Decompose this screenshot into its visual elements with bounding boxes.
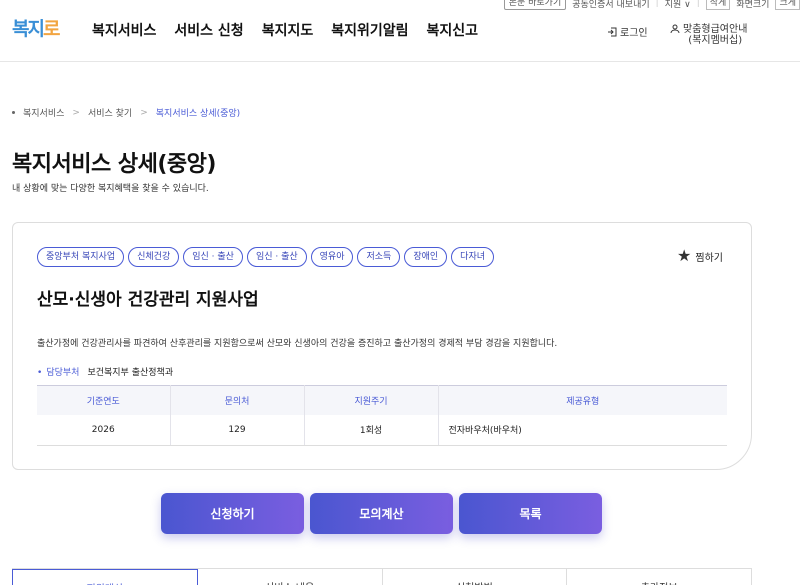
nav-service-apply[interactable]: 서비스 신청 (174, 20, 243, 40)
tab-target[interactable]: 지원대상 (12, 569, 198, 585)
favorite-label: 찜하기 (695, 252, 723, 264)
chevron-right-icon: > (72, 107, 80, 118)
column-header: 기준연도 (37, 385, 171, 415)
tag[interactable]: 신체건강 (128, 247, 180, 267)
page-title: 복지서비스 상세(중앙) (12, 152, 216, 177)
table-cell: 전자바우처(바우처) (438, 414, 727, 446)
department-value: 보건복지부 출산정책과 (87, 368, 174, 378)
department-info: 담당부처 보건복지부 출산정책과 (37, 365, 173, 378)
department-label: 담당부처 (37, 365, 79, 378)
tag[interactable]: 다자녀 (451, 247, 495, 267)
home-icon[interactable] (12, 111, 15, 114)
user-icon (670, 24, 680, 34)
breadcrumb-item[interactable]: 서비스 찾기 (88, 106, 132, 119)
custom-benefit-label: 맞춤형급여안내 (683, 24, 748, 35)
simulate-button[interactable]: 모의계산 (310, 493, 453, 534)
site-logo[interactable]: 복지로 (12, 14, 61, 41)
custom-benefit-sublabel: (복지멤버십) (688, 35, 743, 46)
column-header: 문의처 (170, 385, 305, 415)
tag[interactable]: 장애인 (404, 247, 448, 267)
tag[interactable]: 임신 · 출산 (246, 247, 307, 267)
site-header: 복지로 복지서비스 서비스 신청 복지지도 복지위기알림 복지신고 로그인 맞춤… (0, 0, 800, 62)
breadcrumb-item[interactable]: 복지서비스 (23, 106, 64, 119)
logo-text-accent: 로 (42, 18, 61, 40)
login-icon (608, 27, 617, 36)
page-subtitle: 내 상황에 맞는 다양한 복지혜택을 찾을 수 있습니다. (12, 184, 209, 194)
tab-extra-info[interactable]: 추가정보 (567, 569, 752, 585)
tag-list: 중앙부처 복지사업 신체건강 임신 · 출산 임신 · 출산 영유아 저소득 장… (37, 247, 495, 267)
table-row: 2026 129 1회성 전자바우처(바우처) (37, 414, 727, 446)
tag[interactable]: 저소득 (357, 247, 401, 267)
service-description: 출산가정에 건강관리사를 파견하여 산후관리를 지원함으로써 산모와 신생아의 … (37, 339, 558, 349)
login-link[interactable]: 로그인 (607, 24, 648, 39)
tag[interactable]: 영유아 (310, 247, 354, 267)
table-header-row: 기준연도 문의처 지원주기 제공유형 (37, 385, 727, 415)
login-label: 로그인 (620, 28, 648, 39)
list-button[interactable]: 목록 (459, 493, 602, 534)
tab-content[interactable]: 서비스 내용 (198, 569, 383, 585)
nav-welfare-service[interactable]: 복지서비스 (92, 20, 156, 40)
column-header: 제공유형 (438, 385, 727, 415)
star-icon: ★ (677, 246, 692, 265)
table-cell: 129 (170, 414, 305, 446)
custom-benefit-link[interactable]: 맞춤형급여안내 (복지멤버십) (670, 24, 747, 46)
tag[interactable]: 임신 · 출산 (183, 247, 243, 267)
favorite-button[interactable]: ★ 찜하기 (677, 248, 723, 264)
logo-text: 복지 (12, 18, 45, 40)
apply-button[interactable]: 신청하기 (161, 493, 304, 534)
service-detail-card: 중앙부처 복지사업 신체건강 임신 · 출산 임신 · 출산 영유아 저소득 장… (12, 222, 752, 470)
detail-tabs: 지원대상 서비스 내용 신청방법 추가정보 (12, 568, 752, 585)
breadcrumb: 복지서비스 > 서비스 찾기 > 복지서비스 상세(중앙) (12, 106, 240, 119)
column-header: 지원주기 (304, 385, 439, 415)
nav-welfare-report[interactable]: 복지신고 (427, 20, 479, 40)
table-cell: 1회성 (304, 414, 439, 446)
table-cell: 2026 (37, 414, 171, 446)
main-nav: 복지서비스 서비스 신청 복지지도 복지위기알림 복지신고 (92, 20, 478, 40)
tag[interactable]: 중앙부처 복지사업 (37, 247, 125, 267)
action-buttons: 신청하기 모의계산 목록 (161, 493, 602, 534)
chevron-right-icon: > (140, 107, 148, 118)
tab-apply-method[interactable]: 신청방법 (383, 569, 568, 585)
service-info-table: 기준연도 문의처 지원주기 제공유형 2026 129 1회성 전자바우처(바우… (37, 385, 727, 446)
nav-crisis-alert[interactable]: 복지위기알림 (331, 20, 408, 40)
nav-welfare-map[interactable]: 복지지도 (262, 20, 314, 40)
service-title: 산모·신생아 건강관리 지원사업 (37, 290, 259, 310)
breadcrumb-current: 복지서비스 상세(중앙) (155, 109, 241, 119)
